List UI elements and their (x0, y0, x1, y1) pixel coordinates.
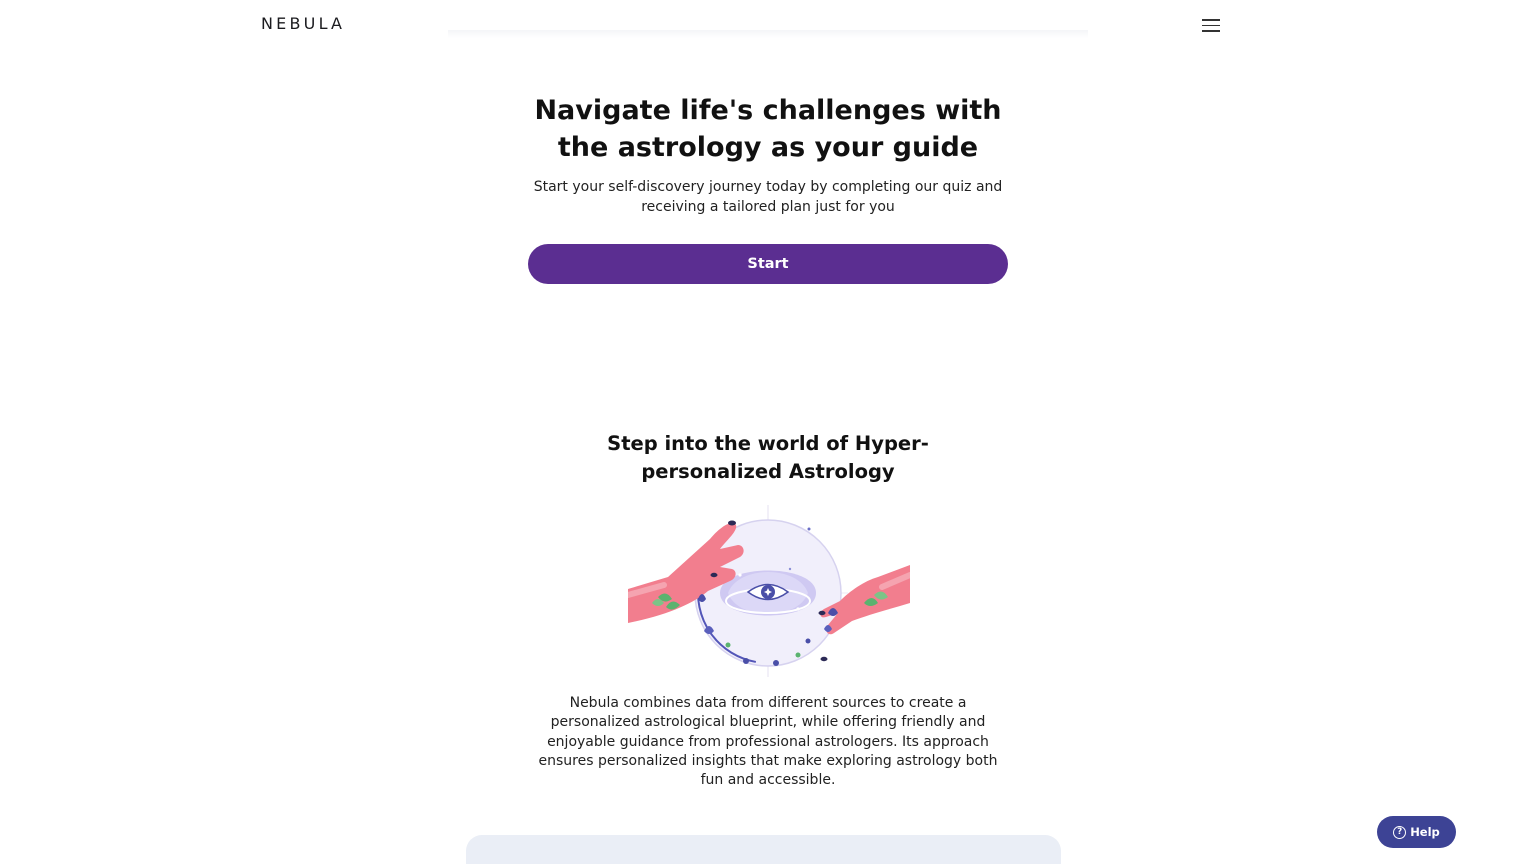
nebula-logo[interactable]: NEBULA (261, 14, 345, 33)
section-description: Nebula combines data from different sour… (538, 695, 998, 789)
section-title: Step into the world of Hyper-personalize… (607, 432, 929, 483)
question-circle-icon: ? (1393, 825, 1407, 839)
header: NEBULA (0, 0, 1536, 44)
help-label: Help (1410, 825, 1440, 839)
header-divider-shadow (448, 30, 1088, 38)
bottom-card (466, 835, 1061, 864)
hero-subtitle: Start your self-discovery journey today … (533, 179, 1003, 215)
start-button[interactable]: Start (528, 244, 1008, 284)
hero-title: Navigate life's challenges with the astr… (534, 95, 1002, 163)
hamburger-menu-icon[interactable] (1202, 18, 1220, 32)
hands-crystal-ball-illustration (628, 505, 910, 677)
help-button[interactable]: ? Help (1377, 816, 1456, 848)
personalized-astrology-section: Step into the world of Hyper-personalize… (0, 430, 1536, 486)
hero-section: Navigate life's challenges with the astr… (0, 92, 1536, 217)
